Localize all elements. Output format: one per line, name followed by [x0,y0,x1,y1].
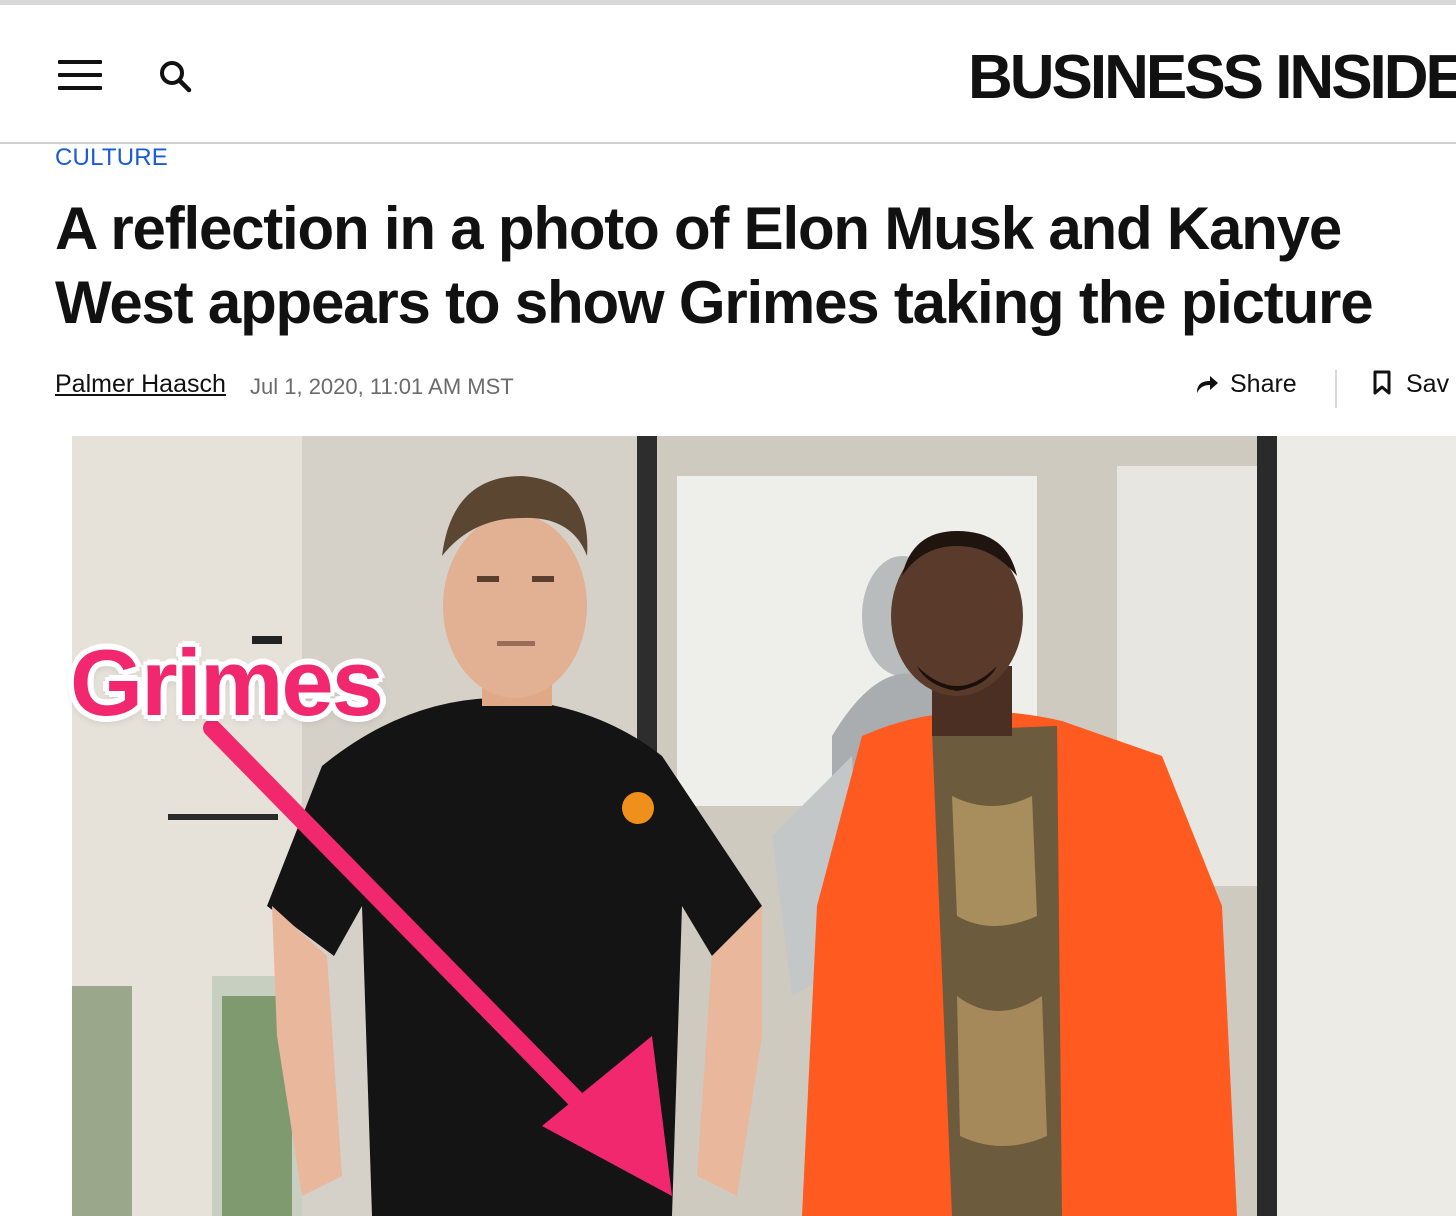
site-header: BUSINESS INSIDE [0,5,1456,144]
search-icon[interactable] [154,55,196,97]
save-button[interactable]: Sav [1372,370,1449,399]
article-headline: A reflection in a photo of Elon Musk and… [55,192,1456,340]
article-photo [72,436,1456,1216]
annotation-arrow [203,719,672,1196]
bookmark-icon [1373,370,1391,395]
share-label: Share [1230,370,1297,398]
grimes-annotation-label: Grimes [70,630,384,735]
save-label: Sav [1406,370,1450,398]
author-link[interactable]: Palmer Haasch [55,370,226,399]
headline-line-2: West appears to show Grimes taking the p… [55,269,1374,336]
share-button[interactable]: Share [1194,370,1297,399]
publish-date: Jul 1, 2020, 11:01 AM MST [250,374,514,399]
action-divider [1335,370,1337,408]
hamburger-menu-icon[interactable] [56,58,104,92]
category-link[interactable]: CULTURE [55,144,168,172]
share-arrow-icon [1197,376,1218,393]
site-logo[interactable]: BUSINESS INSIDE [968,43,1456,113]
headline-line-1: A reflection in a photo of Elon Musk and… [55,195,1342,262]
